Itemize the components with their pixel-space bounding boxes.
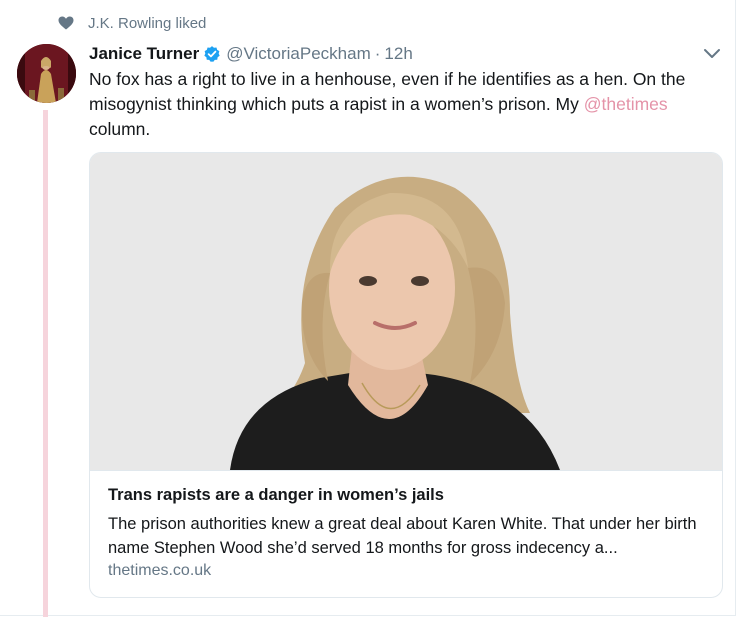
tweet-timestamp[interactable]: 12h: [384, 44, 412, 64]
tweet-text: No fox has a right to live in a henhouse…: [89, 67, 709, 142]
author-name[interactable]: Janice Turner: [89, 44, 199, 64]
card-domain[interactable]: thetimes.co.uk: [108, 562, 211, 580]
avatar[interactable]: [17, 44, 76, 103]
card-image[interactable]: [90, 153, 722, 471]
chevron-down-icon[interactable]: [703, 48, 721, 60]
card-title[interactable]: Trans rapists are a danger in women’s ja…: [108, 486, 708, 505]
link-card[interactable]: Trans rapists are a danger in women’s ja…: [89, 152, 723, 598]
social-context-label: J.K. Rowling liked: [88, 14, 207, 32]
thread-line: [43, 110, 48, 617]
verified-badge-icon: [204, 46, 220, 62]
card-description: The prison authorities knew a great deal…: [108, 515, 697, 557]
avatar-image: [17, 44, 76, 103]
mention-link[interactable]: @thetimes: [584, 94, 668, 114]
header-separator: ·: [374, 44, 381, 63]
tweet-header: Janice Turner @VictoriaPeckham · 12h: [89, 42, 413, 66]
card-photo: [90, 153, 722, 470]
social-context[interactable]: J.K. Rowling liked: [58, 12, 206, 34]
heart-icon: [58, 16, 74, 30]
tweet-text-tail: column.: [89, 119, 151, 139]
tweet-container[interactable]: J.K. Rowling liked Janice Turner @Victor…: [0, 0, 736, 617]
author-handle[interactable]: @VictoriaPeckham: [226, 44, 371, 64]
